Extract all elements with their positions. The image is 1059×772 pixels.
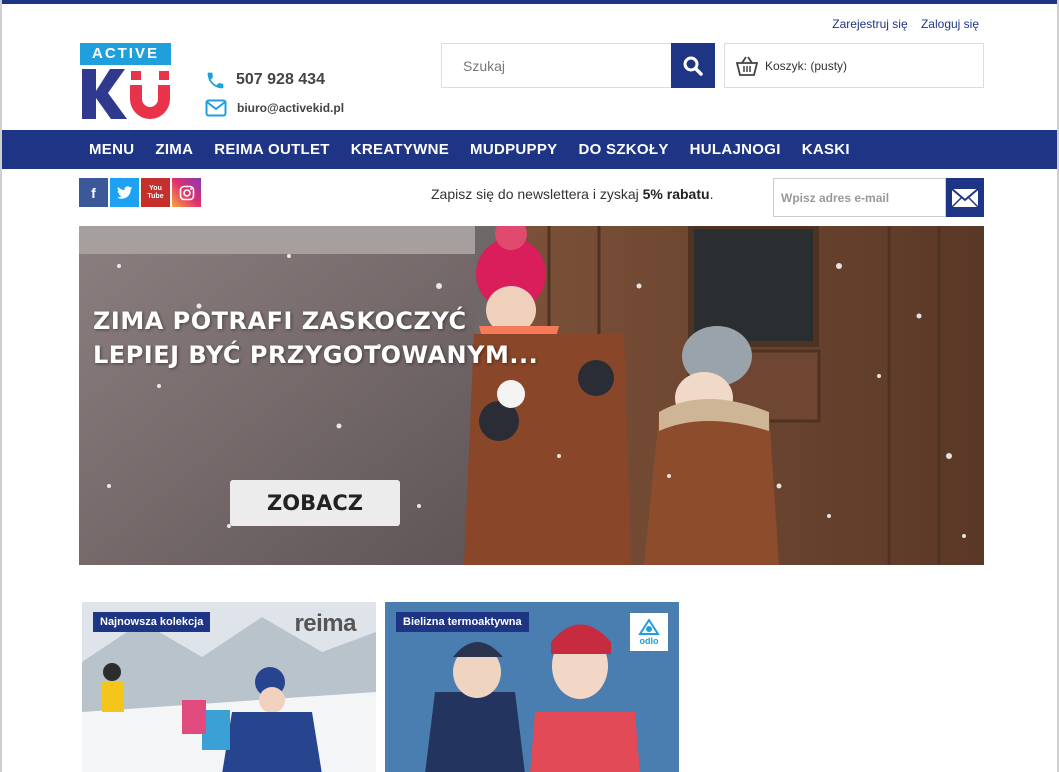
cart-label: Koszyk: (pusty) xyxy=(765,58,848,73)
nav-item-reima-outlet[interactable]: REIMA OUTLET xyxy=(214,130,330,169)
envelope-icon xyxy=(951,187,979,208)
nav-item-mudpuppy[interactable]: MUDPUPPY xyxy=(470,130,557,169)
search-button[interactable] xyxy=(671,43,715,88)
hero-photo xyxy=(79,226,984,565)
nav-item-kreatywne[interactable]: KREATYWNE xyxy=(351,130,449,169)
newsletter-text-after: . xyxy=(709,186,714,202)
nav-item-kaski[interactable]: KASKI xyxy=(802,130,850,169)
register-link[interactable]: Zarejestruj się xyxy=(832,17,907,31)
promo-tile-odlo[interactable]: Bielizna termoaktywna odlo xyxy=(385,602,679,772)
promo-tile-reima[interactable]: Najnowsza kolekcja reima xyxy=(82,602,376,772)
promo-tag-reima: Najnowsza kolekcja xyxy=(93,612,211,632)
phone-icon xyxy=(207,72,224,88)
nav-item-menu[interactable]: MENU xyxy=(89,130,134,169)
page-frame-left xyxy=(0,0,2,772)
nav-item-hulajnogi[interactable]: HULAJNOGI xyxy=(690,130,781,169)
hero-title-line-2: LEPIEJ BYĆ PRZYGOTOWANYM... xyxy=(93,341,539,369)
phone-number: 507 928 434 xyxy=(236,71,325,88)
cart-widget[interactable]: Koszyk: (pusty) xyxy=(724,43,984,88)
newsletter-text: Zapisz się do newslettera i zyskaj 5% ra… xyxy=(431,186,713,202)
odlo-logo-mark xyxy=(638,618,660,635)
search-input[interactable] xyxy=(442,44,671,87)
site-logo[interactable]: ACTIVE xyxy=(80,43,172,121)
hero-banner[interactable]: ZIMA POTRAFI ZASKOCZYĆ LEPIEJ BYĆ PRZYGO… xyxy=(79,226,984,565)
login-link[interactable]: Zaloguj się xyxy=(921,17,979,31)
logo-kid-mark xyxy=(82,69,170,119)
hero-title-line-1: ZIMA POTRAFI ZASKOCZYĆ xyxy=(93,307,467,335)
account-links: Zarejestruj się Zaloguj się xyxy=(822,17,979,31)
newsletter-text-before: Zapisz się do newslettera i zyskaj xyxy=(431,186,643,202)
top-accent-line xyxy=(0,0,1059,4)
facebook-icon[interactable]: f xyxy=(79,178,108,207)
instagram-icon[interactable] xyxy=(172,178,201,207)
contact-info: 507 928 434 biuro@activekid.pl xyxy=(205,68,344,124)
hero-title: ZIMA POTRAFI ZASKOCZYĆ LEPIEJ BYĆ PRZYGO… xyxy=(93,304,538,372)
search-icon xyxy=(683,56,703,76)
newsletter-discount: 5% rabatu xyxy=(642,186,710,202)
odlo-logo-text: odlo xyxy=(639,635,659,646)
youtube-icon[interactable]: You Tube xyxy=(141,178,170,207)
hero-cta-button[interactable]: ZOBACZ xyxy=(230,480,400,526)
social-links: f You Tube xyxy=(79,178,203,207)
odlo-logo: odlo xyxy=(630,613,668,651)
youtube-label: You Tube xyxy=(147,184,164,200)
reima-logo: reima xyxy=(294,610,356,637)
main-nav: MENU ZIMA REIMA OUTLET KREATYWNE MUDPUPP… xyxy=(2,130,1057,169)
basket-icon xyxy=(735,56,759,76)
logo-word: ACTIVE xyxy=(80,43,171,65)
newsletter-submit-button[interactable] xyxy=(946,178,984,217)
twitter-icon[interactable] xyxy=(110,178,139,207)
nav-item-zima[interactable]: ZIMA xyxy=(155,130,193,169)
mail-icon xyxy=(205,99,227,117)
newsletter-email-input[interactable] xyxy=(773,178,946,217)
promo-tag-odlo: Bielizna termoaktywna xyxy=(396,612,529,632)
email-address[interactable]: biuro@activekid.pl xyxy=(237,101,344,115)
search-box xyxy=(441,43,715,88)
nav-item-do-szkoly[interactable]: DO SZKOŁY xyxy=(578,130,668,169)
